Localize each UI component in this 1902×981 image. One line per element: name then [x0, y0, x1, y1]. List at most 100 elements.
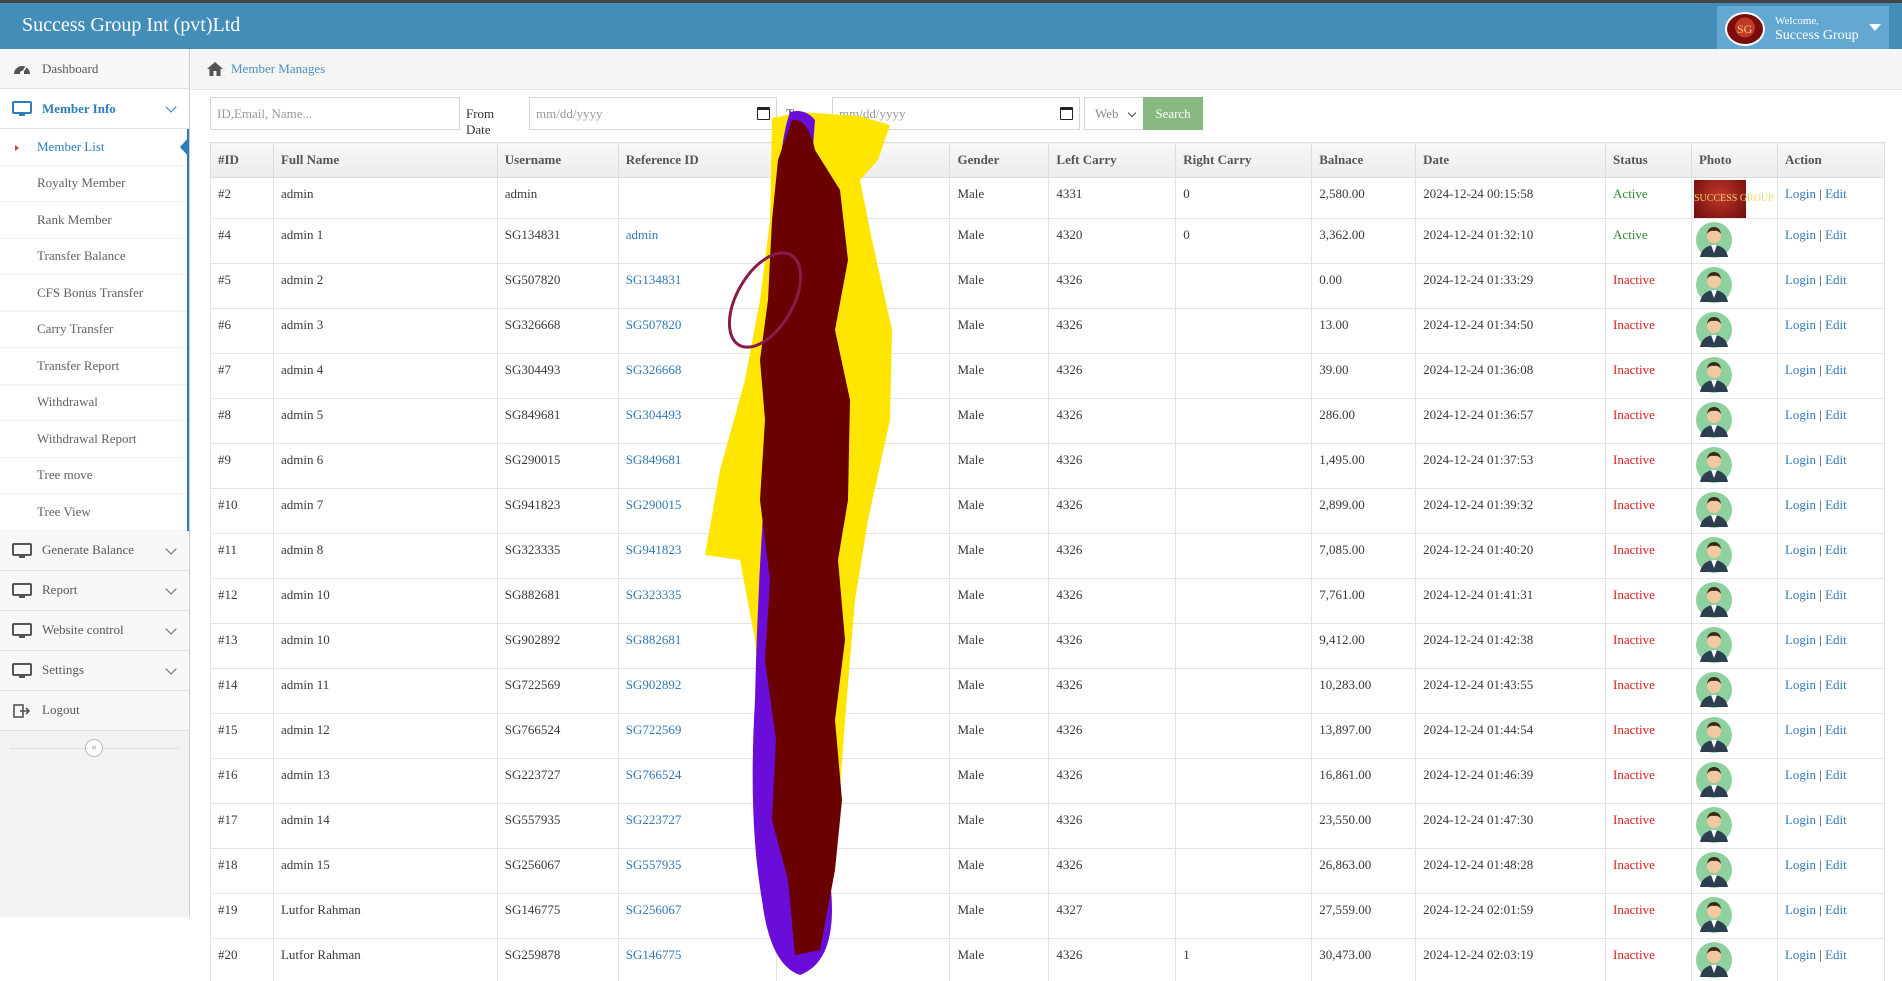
edit-link[interactable]: Edit — [1825, 227, 1847, 242]
edit-link[interactable]: Edit — [1825, 407, 1847, 422]
login-link[interactable]: Login — [1785, 186, 1816, 201]
submenu-transfer-balance[interactable]: Transfer Balance — [0, 239, 187, 275]
edit-link[interactable]: Edit — [1825, 497, 1847, 512]
col-gender[interactable]: Gender — [949, 142, 1050, 178]
col-date[interactable]: Date — [1415, 142, 1607, 178]
sidebar-item-dashboard[interactable]: Dashboard — [0, 49, 189, 89]
cell-reference-link[interactable]: SG902892 — [617, 668, 777, 714]
cell-reference-link[interactable]: SG766524 — [617, 758, 777, 804]
login-link[interactable]: Login — [1785, 587, 1816, 602]
cell-reference-link[interactable]: SG722569 — [617, 713, 777, 759]
submenu-tree-move[interactable]: Tree move — [0, 458, 187, 494]
breadcrumb-link[interactable]: Member Manages — [231, 61, 325, 77]
col-number[interactable]: Number — [815, 142, 951, 178]
col-left-carry[interactable]: Left Carry — [1048, 142, 1177, 178]
col-id[interactable]: #ID — [210, 142, 274, 178]
cell-reference-link[interactable]: SG223727 — [617, 803, 777, 849]
caret-down-icon[interactable] — [1869, 24, 1881, 31]
col-full-name[interactable]: Full Name — [272, 142, 498, 178]
col-balance[interactable]: Balnace — [1311, 142, 1417, 178]
calendar-icon[interactable] — [757, 107, 770, 120]
login-link[interactable]: Login — [1785, 227, 1816, 242]
login-link[interactable]: Login — [1785, 722, 1816, 737]
brand-title[interactable]: Success Group Int (pvt)Ltd — [22, 14, 240, 37]
edit-link[interactable]: Edit — [1825, 947, 1847, 962]
cell-reference-link[interactable]: SG326668 — [617, 353, 777, 399]
login-link[interactable]: Login — [1785, 632, 1816, 647]
cell-reference-link[interactable]: SG557935 — [617, 848, 777, 894]
sidebar-item-generate-balance[interactable]: Generate Balance — [0, 530, 189, 571]
login-link[interactable]: Login — [1785, 317, 1816, 332]
login-link[interactable]: Login — [1785, 812, 1816, 827]
submenu-royalty-member[interactable]: Royalty Member — [0, 166, 187, 202]
cell-reference-link[interactable]: SG882681 — [617, 623, 777, 669]
submenu-carry-transfer[interactable]: Carry Transfer — [0, 312, 187, 348]
status-badge: Inactive — [1605, 398, 1692, 444]
login-link[interactable]: Login — [1785, 902, 1816, 917]
edit-link[interactable]: Edit — [1825, 272, 1847, 287]
submenu-member-list[interactable]: Member List — [0, 129, 189, 166]
to-date-input[interactable]: mm/dd/yyyy — [832, 97, 1080, 130]
edit-link[interactable]: Edit — [1825, 902, 1847, 917]
edit-link[interactable]: Edit — [1825, 722, 1847, 737]
edit-link[interactable]: Edit — [1825, 587, 1847, 602]
col-username[interactable]: Username — [496, 142, 619, 178]
login-link[interactable]: Login — [1785, 452, 1816, 467]
col-right-carry[interactable]: Right Carry — [1175, 142, 1313, 178]
edit-link[interactable]: Edit — [1825, 452, 1847, 467]
sidebar-item-report[interactable]: Report — [0, 570, 189, 611]
login-link[interactable]: Login — [1785, 407, 1816, 422]
cell-reference-link[interactable]: SG134831 — [617, 263, 777, 309]
cell-reference-link[interactable] — [617, 177, 777, 219]
edit-link[interactable]: Edit — [1825, 812, 1847, 827]
edit-link[interactable]: Edit — [1825, 317, 1847, 332]
col-mobile[interactable]: M — [775, 142, 817, 178]
cell-reference-link[interactable]: SG849681 — [617, 443, 777, 489]
type-select[interactable]: Web — [1084, 97, 1144, 130]
home-icon[interactable] — [206, 61, 224, 77]
cell-reference-link[interactable]: SG941823 — [617, 533, 777, 579]
edit-link[interactable]: Edit — [1825, 542, 1847, 557]
edit-link[interactable]: Edit — [1825, 767, 1847, 782]
login-link[interactable]: Login — [1785, 542, 1816, 557]
submenu-transfer-report[interactable]: Transfer Report — [0, 348, 187, 385]
login-link[interactable]: Login — [1785, 272, 1816, 287]
login-link[interactable]: Login — [1785, 362, 1816, 377]
cell-reference-link[interactable]: SG323335 — [617, 578, 777, 624]
col-reference-id[interactable]: Reference ID — [617, 142, 777, 178]
calendar-icon[interactable] — [1060, 107, 1073, 120]
login-link[interactable]: Login — [1785, 767, 1816, 782]
search-input[interactable]: ID,Email, Name... — [210, 97, 460, 130]
cell-reference-link[interactable]: SG507820 — [617, 308, 777, 354]
cell-reference-link[interactable]: SG256067 — [617, 893, 777, 939]
login-link[interactable]: Login — [1785, 857, 1816, 872]
sidebar-item-member-info[interactable]: Member Info — [0, 89, 189, 129]
submenu-rank-member[interactable]: Rank Member — [0, 202, 187, 239]
login-link[interactable]: Login — [1785, 947, 1816, 962]
edit-link[interactable]: Edit — [1825, 857, 1847, 872]
from-date-input[interactable]: mm/dd/yyyy — [529, 97, 777, 130]
double-chevron-left-icon[interactable]: « — [85, 738, 103, 757]
col-action[interactable]: Action — [1776, 142, 1886, 178]
submenu-cfs-bonus-transfer[interactable]: CFS Bonus Transfer — [0, 275, 187, 312]
sidebar-item-logout[interactable]: Logout — [0, 690, 189, 731]
login-link[interactable]: Login — [1785, 677, 1816, 692]
login-link[interactable]: Login — [1785, 497, 1816, 512]
edit-link[interactable]: Edit — [1825, 677, 1847, 692]
edit-link[interactable]: Edit — [1825, 632, 1847, 647]
cell-reference-link[interactable]: SG304493 — [617, 398, 777, 444]
edit-link[interactable]: Edit — [1825, 362, 1847, 377]
submenu-tree-view[interactable]: Tree View — [0, 494, 187, 531]
submenu-withdrawal[interactable]: Withdrawal — [0, 385, 187, 421]
cell-reference-link[interactable]: SG146775 — [617, 938, 777, 981]
submenu-withdrawal-report[interactable]: Withdrawal Report — [0, 421, 187, 458]
search-button[interactable]: Search — [1143, 97, 1203, 130]
edit-link[interactable]: Edit — [1825, 186, 1847, 201]
col-status[interactable]: Status — [1605, 142, 1692, 178]
col-photo[interactable]: Photo — [1690, 142, 1778, 178]
cell-reference-link[interactable]: SG290015 — [617, 488, 777, 534]
user-menu[interactable]: SG Welcome, Success Group — [1717, 6, 1889, 52]
sidebar-item-settings[interactable]: Settings — [0, 650, 189, 691]
cell-reference-link[interactable]: admin — [617, 218, 777, 264]
sidebar-item-website-control[interactable]: Website control — [0, 610, 189, 651]
